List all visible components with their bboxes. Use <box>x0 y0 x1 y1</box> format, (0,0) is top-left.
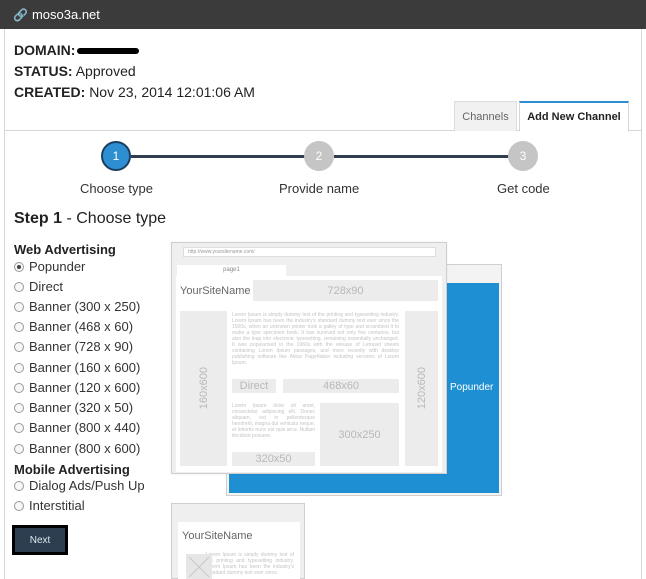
preview-banner-300x250: 300x250 <box>320 403 399 466</box>
radio-banner-468x60[interactable] <box>14 321 24 332</box>
redacted-domain <box>77 48 140 55</box>
status-label: STATUS: <box>14 63 73 79</box>
preview-page-tab: page1 <box>177 265 286 276</box>
mobile-advertising-title: Mobile Advertising <box>14 462 130 477</box>
step-heading-text: - Choose type <box>62 210 167 227</box>
option-banner-320x50[interactable]: Banner (320 x 50) <box>14 400 133 415</box>
option-banner-300x250[interactable]: Banner (300 x 250) <box>14 299 140 314</box>
link-icon: 🔗 <box>13 7 28 22</box>
option-label: Banner (800 x 440) <box>29 420 141 435</box>
web-advertising-title: Web Advertising <box>14 242 116 257</box>
mobile-lorem-text: Lorem Ipsum is simply dummy text of the … <box>206 552 294 576</box>
option-popunder[interactable]: Popunder <box>14 259 85 274</box>
step-connector-2 <box>334 155 509 158</box>
radio-popunder[interactable] <box>14 261 24 272</box>
mobile-preview: YourSiteName Lorem Ipsum is simply dummy… <box>171 503 305 579</box>
option-banner-800x600[interactable]: Banner (800 x 600) <box>14 441 140 456</box>
option-label: Banner (468 x 60) <box>29 319 134 334</box>
option-label: Banner (120 x 600) <box>29 380 141 395</box>
radio-banner-728x90[interactable] <box>14 341 24 352</box>
preview-direct: Direct <box>232 379 276 393</box>
radio-interstitial[interactable] <box>14 500 24 511</box>
created-row: CREATED: Nov 23, 2014 12:01:06 AM <box>14 82 255 103</box>
radio-dialog-ads[interactable] <box>14 480 24 491</box>
website-preview: http://www.yoursitename.com/ page1 YourS… <box>171 242 447 474</box>
radio-banner-800x440[interactable] <box>14 422 24 433</box>
option-label: Banner (320 x 50) <box>29 400 134 415</box>
step-1-indicator: 1 <box>101 141 131 171</box>
radio-banner-120x600[interactable] <box>14 382 24 393</box>
option-banner-800x440[interactable]: Banner (800 x 440) <box>14 420 140 435</box>
preview-lorem-text-2: Lorem Ipsum dolor sit amet, consectetur … <box>232 403 315 439</box>
domain-label: DOMAIN: <box>14 42 76 58</box>
created-label: CREATED: <box>14 84 86 100</box>
image-placeholder-icon <box>188 556 210 578</box>
step-2-label: Provide name <box>279 181 360 196</box>
mobile-site-name: YourSiteName <box>182 530 253 542</box>
radio-banner-160x600[interactable] <box>14 362 24 373</box>
next-button[interactable]: Next <box>12 525 68 555</box>
option-label: Banner (800 x 600) <box>29 441 141 456</box>
option-label: Interstitial <box>29 498 85 513</box>
domain-meta: DOMAIN: STATUS: Approved CREATED: Nov 23… <box>14 40 255 103</box>
preview-banner-120x600: 120x600 <box>405 311 438 466</box>
option-banner-160x600[interactable]: Banner (160 x 600) <box>14 360 140 375</box>
tab-channels[interactable]: Channels <box>454 101 517 131</box>
banner-120-label: 120x600 <box>415 367 428 410</box>
preview-page: YourSiteName 728x90 160x600 120x600 Lore… <box>176 276 442 472</box>
radio-banner-300x250[interactable] <box>14 301 24 312</box>
status-value: Approved <box>75 63 136 79</box>
created-value: Nov 23, 2014 12:01:06 AM <box>89 84 255 100</box>
preview-banner-160x600: 160x600 <box>180 311 227 466</box>
preview-lorem-text: Lorem Ipsum is simply dummy text of the … <box>232 312 399 366</box>
option-dialog-ads[interactable]: Dialog Ads/Push Up <box>14 478 145 493</box>
tab-add-new-channel[interactable]: Add New Channel <box>519 101 629 132</box>
step-1-label: Choose type <box>80 181 153 196</box>
option-label: Banner (728 x 90) <box>29 339 134 354</box>
option-label: Banner (300 x 250) <box>29 299 141 314</box>
step-3-label: Get code <box>497 181 550 196</box>
preview-site-name: YourSiteName <box>180 285 251 297</box>
step-heading-prefix: Step 1 <box>14 210 63 227</box>
option-banner-120x600[interactable]: Banner (120 x 600) <box>14 380 140 395</box>
option-interstitial[interactable]: Interstitial <box>14 498 85 513</box>
step-heading: Step 1 - Choose type <box>14 210 166 228</box>
option-direct[interactable]: Direct <box>14 279 63 294</box>
option-label: Popunder <box>29 259 86 274</box>
step-connector-1 <box>131 155 305 158</box>
preview-banner-468x60: 468x60 <box>283 379 399 393</box>
domain-row: DOMAIN: <box>14 40 255 61</box>
window-title: moso3a.net <box>31 7 100 22</box>
preview-banner-728x90: 728x90 <box>253 280 438 301</box>
radio-direct[interactable] <box>14 281 24 292</box>
option-banner-728x90[interactable]: Banner (728 x 90) <box>14 339 133 354</box>
preview-banner-320x50: 320x50 <box>232 452 315 466</box>
mobile-image-placeholder <box>186 554 212 579</box>
radio-banner-320x50[interactable] <box>14 402 24 413</box>
option-label: Dialog Ads/Push Up <box>29 478 145 493</box>
step-3-indicator: 3 <box>508 141 538 171</box>
option-label: Banner (160 x 600) <box>29 360 141 375</box>
status-row: STATUS: Approved <box>14 61 255 82</box>
window-titlebar: 🔗 moso3a.net <box>0 0 646 29</box>
option-banner-468x60[interactable]: Banner (468 x 60) <box>14 319 133 334</box>
radio-banner-800x600[interactable] <box>14 443 24 454</box>
preview-url-bar: http://www.yoursitename.com/ <box>183 247 436 257</box>
banner-160-label: 160x600 <box>197 367 210 410</box>
popunder-label: Popunder <box>450 382 494 393</box>
step-2-indicator: 2 <box>304 141 334 171</box>
option-label: Direct <box>29 279 63 294</box>
